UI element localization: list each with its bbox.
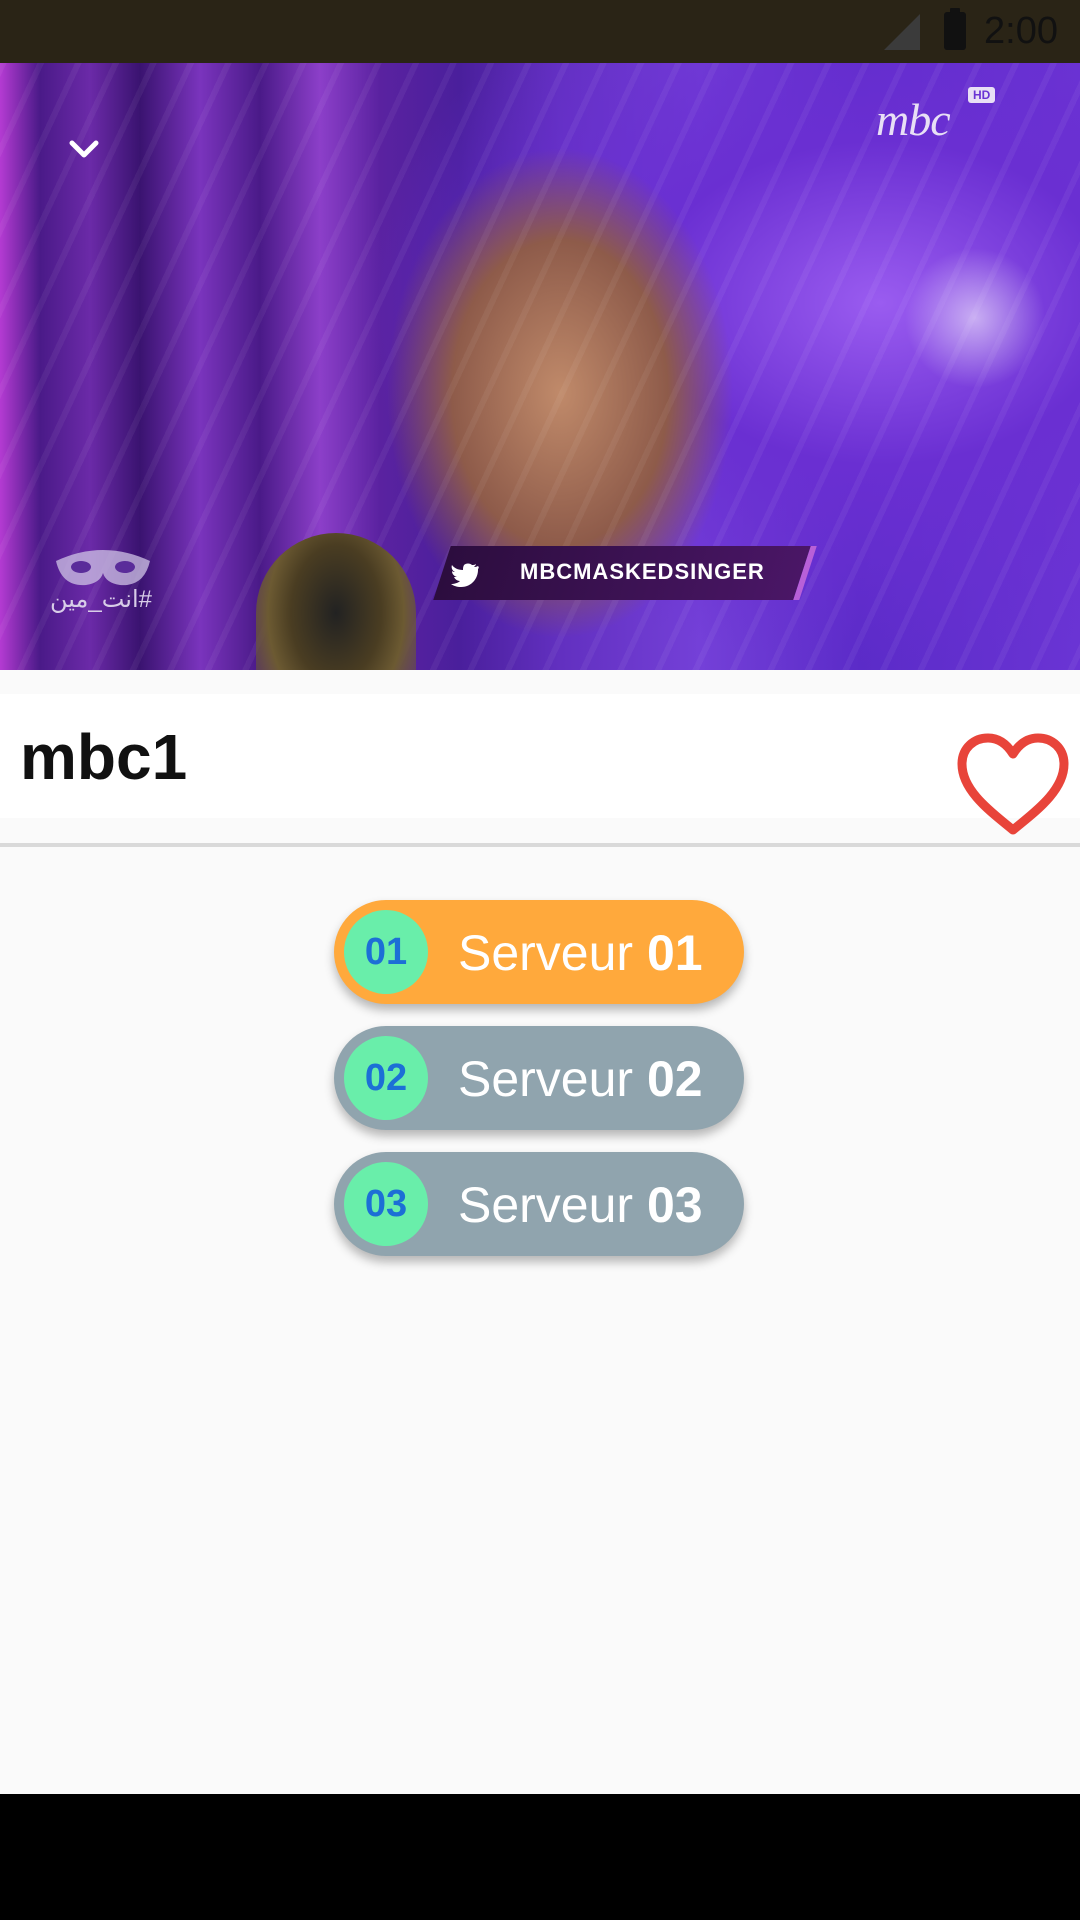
battery-icon <box>944 8 966 50</box>
server-label: Serveur 01 <box>458 924 703 982</box>
server-badge: 01 <box>344 910 428 994</box>
twitter-icon <box>451 563 479 587</box>
server-label: Serveur 03 <box>458 1176 703 1234</box>
show-hashtag: #انت_مين <box>50 586 152 613</box>
server-number: 03 <box>646 1177 703 1233</box>
video-player[interactable]: mbc HD #انت_مين MBCMASKEDSINGER <box>0 63 1080 670</box>
server-badge: 03 <box>344 1162 428 1246</box>
channel-logo: mbc <box>876 94 951 145</box>
server-number: 01 <box>646 925 703 981</box>
signal-icon <box>884 14 920 50</box>
status-time: 2:00 <box>984 10 1058 52</box>
status-bar: 2:00 <box>0 0 1080 63</box>
navigation-bar <box>0 1794 1080 1920</box>
server-badge: 02 <box>344 1036 428 1120</box>
server-word: Serveur <box>458 1177 634 1233</box>
server-number: 02 <box>646 1051 703 1107</box>
server-button-02[interactable]: 02 Serveur 02 <box>334 1026 744 1130</box>
server-label: Serveur 02 <box>458 1050 703 1108</box>
server-list: 01 Serveur 01 02 Serveur 02 03 Serveur 0… <box>334 900 746 1278</box>
divider <box>0 843 1080 847</box>
channel-title: mbc1 <box>20 721 188 793</box>
twitter-handle: MBCMASKEDSINGER <box>520 559 765 584</box>
chevron-down-icon[interactable] <box>64 129 104 169</box>
server-word: Serveur <box>458 925 634 981</box>
hd-badge: HD <box>968 87 996 103</box>
channel-header: mbc1 <box>0 694 1080 835</box>
server-button-03[interactable]: 03 Serveur 03 <box>334 1152 744 1256</box>
server-button-01[interactable]: 01 Serveur 01 <box>334 900 744 1004</box>
server-word: Serveur <box>458 1051 634 1107</box>
heart-outline-icon[interactable] <box>954 730 1072 838</box>
